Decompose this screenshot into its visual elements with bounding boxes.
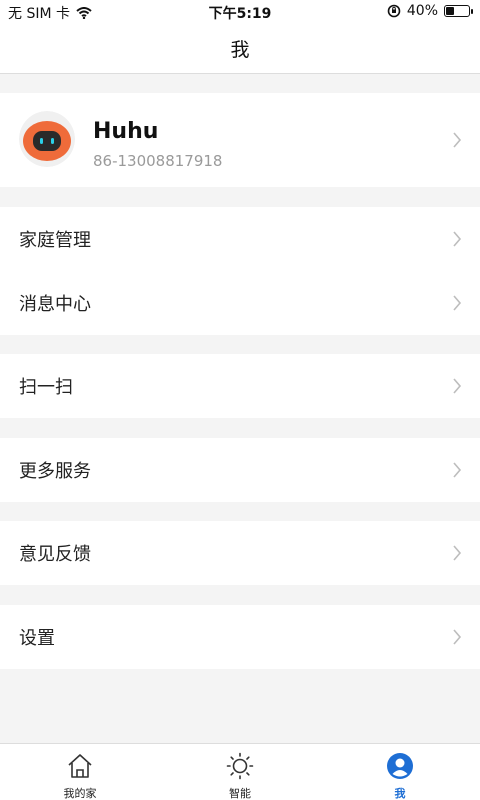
tab-label: 我的家 — [63, 787, 97, 800]
family-management-label: 家庭管理 — [19, 230, 91, 251]
battery-percent: 40% — [406, 3, 438, 19]
feedback-row[interactable]: 意见反馈 — [0, 521, 480, 585]
more-services-label: 更多服务 — [19, 461, 91, 482]
family-management-row[interactable]: 家庭管理 — [0, 207, 480, 271]
nav-bar: 我 — [0, 24, 480, 74]
tab-bar: 我的家 智能 我 — [0, 743, 480, 800]
profile-card[interactable]: Huhu 86-13008817918 — [0, 93, 480, 187]
menu-group-1: 家庭管理 消息中心 — [0, 207, 480, 335]
tab-my-home[interactable]: 我的家 — [0, 744, 160, 800]
battery-icon — [444, 5, 473, 17]
battery-fill — [446, 7, 454, 15]
status-bar: 无 SIM 卡 下午5:19 40% — [0, 0, 480, 24]
chevron-right-icon — [453, 378, 462, 394]
menu-group-3: 更多服务 — [0, 438, 480, 502]
status-right: 40% — [387, 3, 473, 19]
settings-label: 设置 — [19, 628, 55, 649]
more-services-row[interactable]: 更多服务 — [0, 438, 480, 502]
tab-label: 我 — [394, 787, 406, 800]
chevron-right-icon — [453, 132, 462, 148]
chevron-right-icon — [453, 295, 462, 311]
tab-smart[interactable]: 智能 — [160, 744, 320, 800]
avatar[interactable] — [19, 111, 75, 167]
scan-row[interactable]: 扫一扫 — [0, 354, 480, 418]
scan-label: 扫一扫 — [19, 377, 73, 398]
phone-number: 86-13008817918 — [93, 152, 223, 170]
sun-icon — [226, 752, 254, 780]
chevron-right-icon — [453, 462, 462, 478]
username: Huhu — [93, 119, 159, 144]
user-icon — [387, 753, 413, 779]
settings-row[interactable]: 设置 — [0, 605, 480, 669]
menu-group-4: 意见反馈 — [0, 521, 480, 585]
tab-label: 智能 — [229, 787, 251, 800]
chevron-right-icon — [453, 231, 462, 247]
chevron-right-icon — [453, 545, 462, 561]
home-icon — [68, 754, 92, 778]
feedback-label: 意见反馈 — [19, 544, 91, 565]
message-center-row[interactable]: 消息中心 — [0, 271, 480, 335]
message-center-label: 消息中心 — [19, 294, 91, 315]
menu-group-5: 设置 — [0, 605, 480, 669]
robot-avatar-icon — [19, 111, 75, 167]
tab-me[interactable]: 我 — [320, 744, 480, 800]
menu-group-2: 扫一扫 — [0, 354, 480, 418]
page-title: 我 — [230, 39, 250, 61]
chevron-right-icon — [453, 629, 462, 645]
orientation-lock-icon — [387, 4, 401, 18]
